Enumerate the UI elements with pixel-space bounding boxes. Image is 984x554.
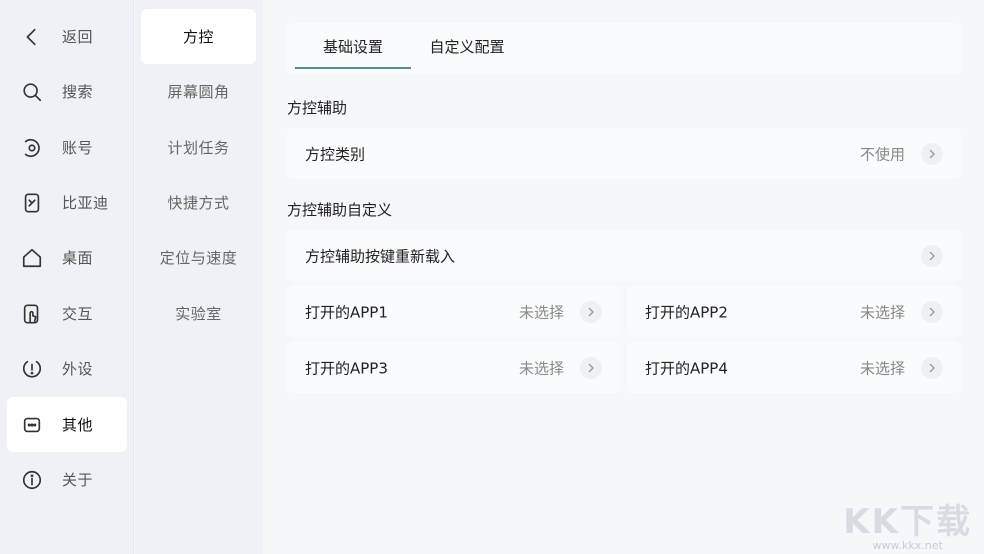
chevron-right-icon [921, 300, 943, 323]
nav-item-other[interactable]: 其他 [7, 397, 127, 452]
nav-item-interaction[interactable]: 交互 [7, 286, 127, 341]
watermark: KK下载 www.kkx.net [843, 494, 972, 552]
app2-row[interactable]: 打开的APP2 未选择 [627, 286, 961, 337]
chevron-right-icon [921, 244, 943, 267]
nav-item-account[interactable]: 账号 [7, 120, 127, 175]
row-value: 不使用 [859, 145, 905, 163]
nav-item-desktop[interactable]: 桌面 [7, 230, 127, 285]
row-value: 未选择 [518, 303, 564, 321]
app1-row[interactable]: 打开的APP1 未选择 [287, 286, 620, 337]
app3-row[interactable]: 打开的APP3 未选择 [287, 342, 620, 393]
subnav-item-screen-corner[interactable]: 屏幕圆角 [141, 64, 256, 119]
chevron-right-icon [921, 356, 943, 379]
row-label: 打开的APP2 [645, 303, 728, 321]
nav-item-peripheral[interactable]: 外设 [7, 341, 127, 396]
app4-row[interactable]: 打开的APP4 未选择 [627, 342, 961, 393]
nav-item-label: 其他 [62, 416, 94, 434]
nav-item-label: 桌面 [62, 249, 94, 267]
chevron-right-icon [580, 300, 602, 323]
row-label: 方控辅助按键重新载入 [305, 247, 456, 265]
nav-item-label: 外设 [62, 360, 94, 378]
info-icon [22, 470, 42, 489]
section-title-assist: 方控辅助 [287, 99, 348, 117]
nav-item-label: 交互 [62, 305, 94, 323]
home-icon [22, 248, 42, 267]
reload-keys-row[interactable]: 方控辅助按键重新载入 [287, 230, 961, 281]
subnav-item-shortcut[interactable]: 快捷方式 [141, 175, 256, 230]
main-content: 基础设置 自定义配置 方控辅助 方控类别 不使用 方控辅助自定义 方控辅助按键重… [263, 0, 984, 554]
row-label: 方控类别 [305, 145, 366, 163]
chevron-right-icon [921, 142, 943, 165]
row-label: 打开的APP4 [645, 359, 728, 377]
back-icon [26, 28, 36, 45]
tab-basic-settings[interactable]: 基础设置 [295, 23, 411, 69]
watermark-logo: KK下载 [843, 502, 972, 542]
row-label: 打开的APP1 [305, 303, 388, 321]
nav-item-label: 关于 [62, 471, 94, 489]
row-value: 未选择 [859, 359, 905, 377]
search-icon [23, 82, 42, 101]
nav-item-label: 账号 [62, 139, 94, 157]
subnav-item-steering[interactable]: 方控 [141, 9, 256, 64]
nav-item-label: 返回 [62, 28, 94, 46]
row-label: 打开的APP3 [305, 359, 388, 377]
row-value: 未选择 [518, 359, 564, 377]
nav-item-search[interactable]: 搜索 [7, 64, 127, 119]
steering-type-row[interactable]: 方控类别 不使用 [287, 128, 961, 179]
byd-icon [24, 192, 40, 213]
main-sidebar: 返回 搜索 账号 比亚迪 桌面 交互 外设 其他 关于 [0, 0, 134, 554]
row-value: 未选择 [859, 303, 905, 321]
subnav-item-lab[interactable]: 实验室 [141, 286, 256, 341]
tab-bar: 基础设置 自定义配置 [287, 23, 961, 74]
interaction-icon [23, 303, 39, 324]
nav-item-label: 比亚迪 [62, 194, 109, 212]
nav-item-about[interactable]: 关于 [7, 452, 127, 507]
section-title-custom: 方控辅助自定义 [287, 201, 393, 219]
chevron-right-icon [580, 356, 602, 379]
nav-item-byd[interactable]: 比亚迪 [7, 175, 127, 230]
more-icon [23, 417, 41, 432]
account-icon [24, 138, 40, 157]
subnav-item-location-speed[interactable]: 定位与速度 [141, 230, 256, 285]
tab-custom-config[interactable]: 自定义配置 [427, 23, 507, 69]
nav-item-label: 搜索 [62, 83, 94, 101]
nav-item-back[interactable]: 返回 [7, 9, 127, 64]
sub-sidebar: 方控 屏幕圆角 计划任务 快捷方式 定位与速度 实验室 [135, 0, 263, 554]
peripheral-icon [22, 360, 42, 378]
subnav-item-scheduled-task[interactable]: 计划任务 [141, 120, 256, 175]
